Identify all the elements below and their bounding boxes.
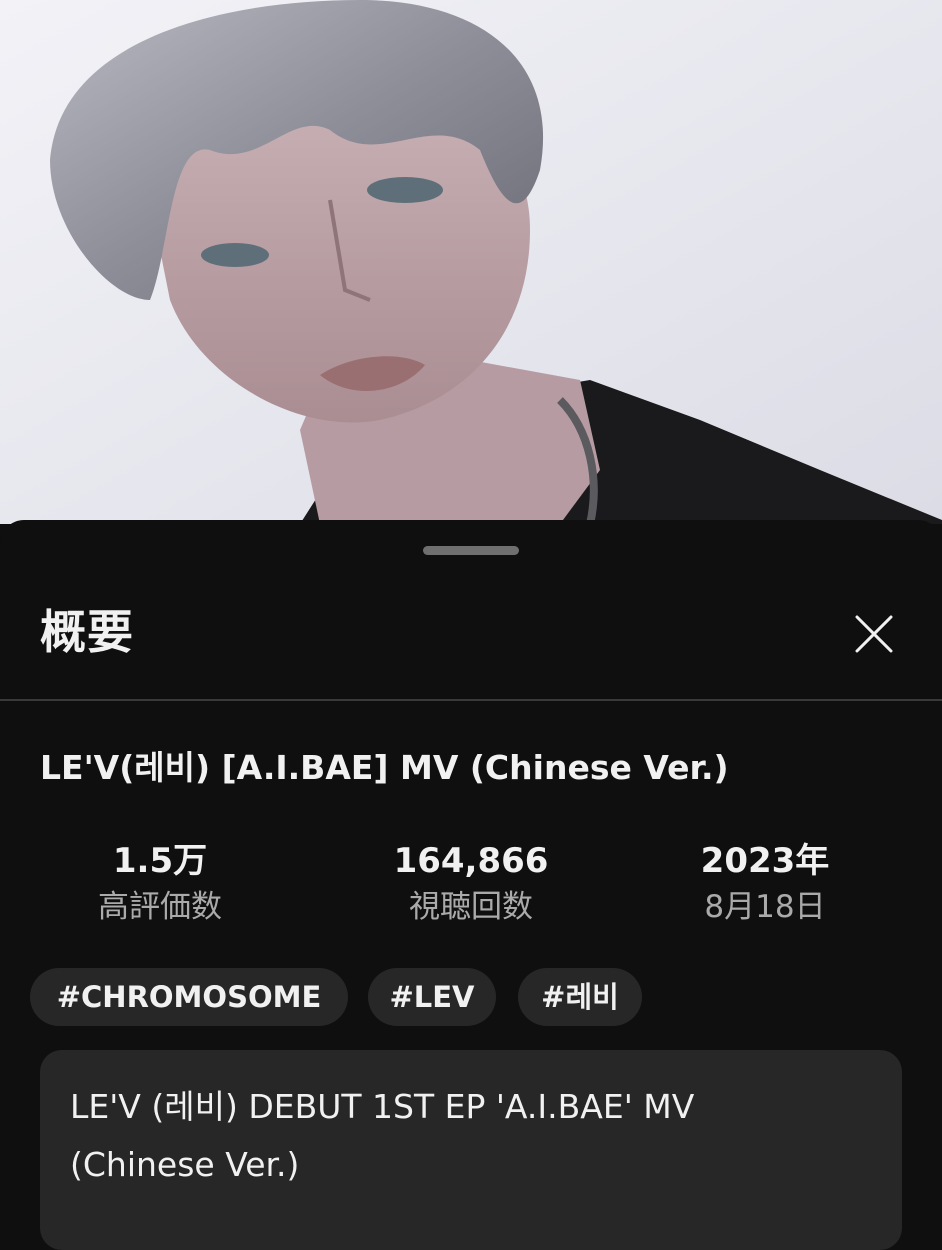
publish-date: 8月18日 bbox=[704, 889, 826, 925]
description-card[interactable]: LE'V (레비) DEBUT 1ST EP 'A.I.BAE' MV (Chi… bbox=[40, 1050, 902, 1250]
video-title: LE'V(레비) [A.I.BAE] MV (Chinese Ver.) bbox=[40, 748, 729, 787]
close-button[interactable] bbox=[848, 608, 900, 660]
sheet-title: 概要 bbox=[40, 605, 134, 659]
hashtag-chip[interactable]: #CHROMOSOME bbox=[30, 968, 348, 1026]
likes-label: 高評価数 bbox=[98, 889, 222, 925]
views-count: 164,866 bbox=[393, 841, 549, 881]
description-sheet: 概要 LE'V(레비) [A.I.BAE] MV (Chinese Ver.) … bbox=[0, 520, 942, 1250]
likes-count: 1.5万 bbox=[112, 841, 208, 881]
hashtag-chip[interactable]: #레비 bbox=[518, 968, 642, 1026]
hashtag-chip[interactable]: #LEV bbox=[368, 968, 496, 1026]
date-stat: 2023年 8月18日 bbox=[635, 838, 895, 930]
drag-handle[interactable] bbox=[423, 546, 519, 555]
description-line: (Chinese Ver.) bbox=[70, 1145, 300, 1184]
description-text: LE'V (레비) DEBUT 1ST EP 'A.I.BAE' MV (Chi… bbox=[70, 1078, 870, 1194]
likes-stat: 1.5万 高評価数 bbox=[30, 838, 290, 930]
views-label: 視聴回数 bbox=[409, 889, 533, 925]
stats-row: 1.5万 高評価数 164,866 視聴回数 2023年 8月18日 bbox=[30, 838, 912, 938]
views-stat: 164,866 視聴回数 bbox=[341, 838, 601, 930]
video-player[interactable] bbox=[0, 0, 942, 524]
description-line: LE'V (레비) DEBUT 1ST EP 'A.I.BAE' MV bbox=[70, 1087, 695, 1126]
video-thumbnail bbox=[0, 0, 942, 524]
close-icon bbox=[855, 615, 893, 653]
publish-year: 2023年 bbox=[700, 841, 830, 881]
divider bbox=[0, 699, 942, 701]
